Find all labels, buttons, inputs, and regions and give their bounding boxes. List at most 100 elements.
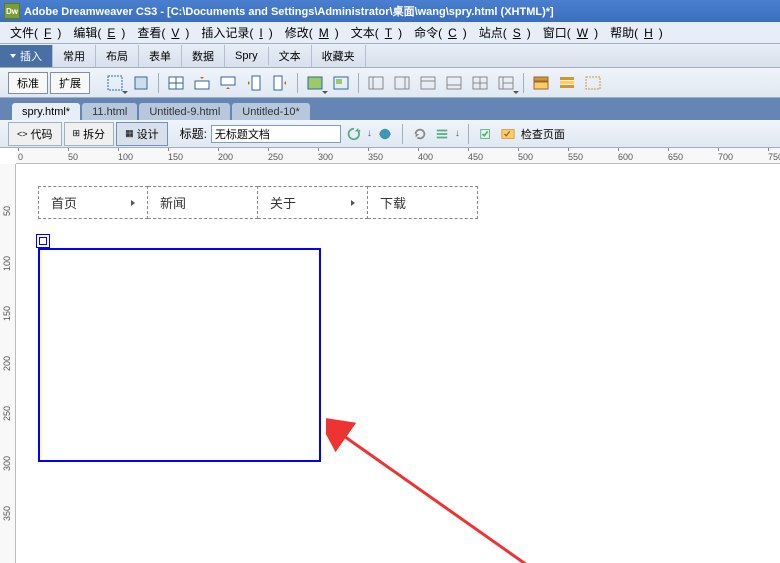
- separator: [158, 73, 159, 93]
- check-browser-icon[interactable]: [499, 125, 517, 143]
- validate-icon[interactable]: [477, 125, 495, 143]
- insert-div-icon[interactable]: [104, 72, 126, 94]
- frameset-icon[interactable]: [495, 72, 517, 94]
- globe-icon[interactable]: [376, 125, 394, 143]
- table-col-right-icon[interactable]: [269, 72, 291, 94]
- window-titlebar: Dw Adobe Dreamweaver CS3 - [C:\Documents…: [0, 0, 780, 22]
- mode-btn-1[interactable]: 扩展: [50, 72, 90, 94]
- options-icon[interactable]: [433, 125, 451, 143]
- spry-collapsible-icon[interactable]: [582, 72, 604, 94]
- table-row-below-icon[interactable]: [217, 72, 239, 94]
- ruler-tick: 200: [218, 152, 233, 162]
- spry-menu-bar[interactable]: 首页新闻关于下载: [38, 186, 478, 219]
- spry-panel-icon[interactable]: [530, 72, 552, 94]
- view-btn-代码[interactable]: <>代码: [8, 122, 62, 146]
- ruler-tick: 250: [268, 152, 283, 162]
- ruler-tick: 550: [568, 152, 583, 162]
- ruler-tick: 250: [2, 406, 12, 421]
- menu-m[interactable]: 修改(M): [279, 22, 345, 43]
- window-title: Adobe Dreamweaver CS3 - [C:\Documents an…: [24, 3, 554, 19]
- separator: [468, 124, 469, 144]
- document-title-input[interactable]: [211, 125, 341, 143]
- spry-item-0[interactable]: 首页: [38, 186, 148, 219]
- design-canvas[interactable]: 首页新闻关于下载: [16, 164, 780, 563]
- doc-tab-3[interactable]: Untitled-10*: [232, 103, 309, 120]
- spry-item-3[interactable]: 下载: [368, 186, 478, 219]
- separator: [402, 124, 403, 144]
- ruler-horizontal: 0 50 100 150 200 250 300 350 400 450 500 550 600 650 7…: [16, 148, 780, 164]
- document-toolbar: <>代码⊞拆分▦设计 标题: ↓ ↓ 检查页面: [0, 120, 780, 148]
- insert-tab-2[interactable]: 布局: [96, 45, 139, 67]
- canvas-area: 50 100 150 200 250 300 350 首页新闻关于下载: [0, 164, 780, 563]
- layout-icon-row: 标准扩展: [0, 68, 780, 98]
- ruler-tick: 100: [2, 256, 12, 271]
- ruler-tick: 50: [68, 152, 78, 162]
- menu-h[interactable]: 帮助(H): [604, 22, 669, 43]
- layout-cell-icon[interactable]: [330, 72, 352, 94]
- menu-c[interactable]: 命令(C): [408, 22, 473, 43]
- title-label: 标题:: [180, 125, 207, 142]
- separator: [358, 73, 359, 93]
- ruler-tick: 0: [18, 152, 23, 162]
- menu-f[interactable]: 文件(F): [4, 22, 67, 43]
- ruler-tick: 500: [518, 152, 533, 162]
- frame-left-icon[interactable]: [365, 72, 387, 94]
- separator: [297, 73, 298, 93]
- doc-tab-1[interactable]: 11.html: [82, 103, 137, 120]
- insert-tab-5[interactable]: Spry: [225, 47, 269, 65]
- frame-bottom-icon[interactable]: [443, 72, 465, 94]
- view-btn-设计[interactable]: ▦设计: [116, 122, 168, 146]
- apdiv-handle[interactable]: [36, 234, 50, 248]
- frame-split-icon[interactable]: [469, 72, 491, 94]
- ruler-tick: 200: [2, 356, 12, 371]
- table-icon[interactable]: [165, 72, 187, 94]
- menu-i[interactable]: 插入记录(I): [195, 22, 278, 43]
- ruler-tick: 350: [368, 152, 383, 162]
- doc-tab-2[interactable]: Untitled-9.html: [139, 103, 230, 120]
- ruler-tick: 50: [2, 206, 12, 216]
- ruler-tick: 700: [718, 152, 733, 162]
- ruler-tick: 350: [2, 506, 12, 521]
- table-col-left-icon[interactable]: [243, 72, 265, 94]
- ruler-tick: 450: [468, 152, 483, 162]
- ruler-tick: 600: [618, 152, 633, 162]
- reload-icon[interactable]: [411, 125, 429, 143]
- menu-s[interactable]: 站点(S): [473, 22, 537, 43]
- ruler-tick: 300: [2, 456, 12, 471]
- menu-w[interactable]: 窗口(W): [537, 22, 604, 43]
- insert-apdiv-icon[interactable]: [130, 72, 152, 94]
- doc-tab-0[interactable]: spry.html*: [12, 103, 80, 120]
- ruler-tick: 300: [318, 152, 333, 162]
- mode-btn-0[interactable]: 标准: [8, 72, 48, 94]
- ruler-vertical: 50 100 150 200 250 300 350: [0, 164, 16, 563]
- insert-tab-6[interactable]: 文本: [269, 45, 312, 67]
- menu-t[interactable]: 文本(T): [345, 22, 408, 43]
- ruler-tick: 150: [168, 152, 183, 162]
- check-page-label[interactable]: 检查页面: [521, 126, 565, 142]
- menu-e[interactable]: 编辑(E): [67, 22, 131, 43]
- ruler-tick: 100: [118, 152, 133, 162]
- ruler-tick: 650: [668, 152, 683, 162]
- spry-accordion-icon[interactable]: [556, 72, 578, 94]
- app-logo: Dw: [4, 3, 20, 19]
- menu-v[interactable]: 查看(V): [131, 22, 195, 43]
- insert-tab-0[interactable]: 插入: [0, 45, 53, 67]
- menu-bar: 文件(F)编辑(E)查看(V)插入记录(I)修改(M)文本(T)命令(C)站点(…: [0, 22, 780, 44]
- insert-tab-1[interactable]: 常用: [53, 45, 96, 67]
- insert-tab-7[interactable]: 收藏夹: [312, 45, 366, 67]
- refresh-icon[interactable]: [345, 125, 363, 143]
- spry-item-2[interactable]: 关于: [258, 186, 368, 219]
- ruler-tick: 150: [2, 306, 12, 321]
- spry-item-1[interactable]: 新闻: [148, 186, 258, 219]
- frame-right-icon[interactable]: [391, 72, 413, 94]
- insert-toolbar: 插入常用布局表单数据Spry文本收藏夹: [0, 44, 780, 68]
- insert-tab-3[interactable]: 表单: [139, 45, 182, 67]
- view-btn-拆分[interactable]: ⊞拆分: [64, 122, 115, 146]
- insert-tab-4[interactable]: 数据: [182, 45, 225, 67]
- ap-div-element[interactable]: [38, 248, 321, 462]
- frame-top-icon[interactable]: [417, 72, 439, 94]
- layout-table-icon[interactable]: [304, 72, 326, 94]
- ruler-tick: 400: [418, 152, 433, 162]
- document-tabs: spry.html*11.htmlUntitled-9.htmlUntitled…: [0, 98, 780, 120]
- table-row-above-icon[interactable]: [191, 72, 213, 94]
